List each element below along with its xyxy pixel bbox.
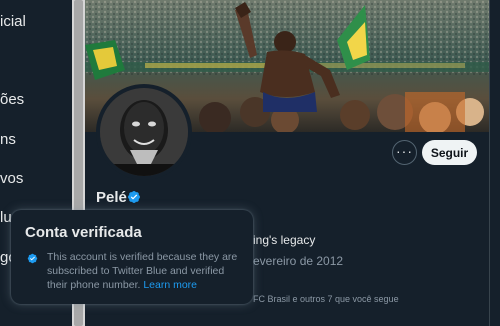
verified-badge-icon: [27, 253, 38, 264]
verified-tooltip: Conta verificada This account is verifie…: [11, 210, 253, 304]
nav-item[interactable]: ns: [0, 131, 16, 148]
more-horizontal-icon: ···: [396, 142, 413, 159]
nav-item[interactable]: ões: [0, 91, 24, 108]
learn-more-link[interactable]: Learn more: [143, 279, 197, 291]
avatar-photo: [100, 88, 188, 176]
right-column-edge: [489, 0, 500, 326]
profile-name: Pelé: [96, 189, 127, 206]
joined-date: evereiro de 2012: [253, 254, 344, 268]
follow-button[interactable]: Seguir: [422, 140, 477, 165]
nav-item[interactable]: vos: [0, 170, 23, 187]
followed-by-text[interactable]: FC Brasil e outros 7 que você segue: [253, 294, 399, 304]
nav-item[interactable]: icial: [0, 13, 26, 30]
profile-bio: ing's legacy: [253, 233, 316, 247]
nav-item[interactable]: lu: [0, 209, 12, 226]
verified-badge-icon[interactable]: [127, 190, 141, 204]
tooltip-title: Conta verificada: [25, 224, 142, 241]
tooltip-body: This account is verified because they ar…: [47, 250, 243, 292]
more-options-button[interactable]: ···: [392, 140, 417, 165]
profile-avatar[interactable]: [96, 84, 192, 180]
